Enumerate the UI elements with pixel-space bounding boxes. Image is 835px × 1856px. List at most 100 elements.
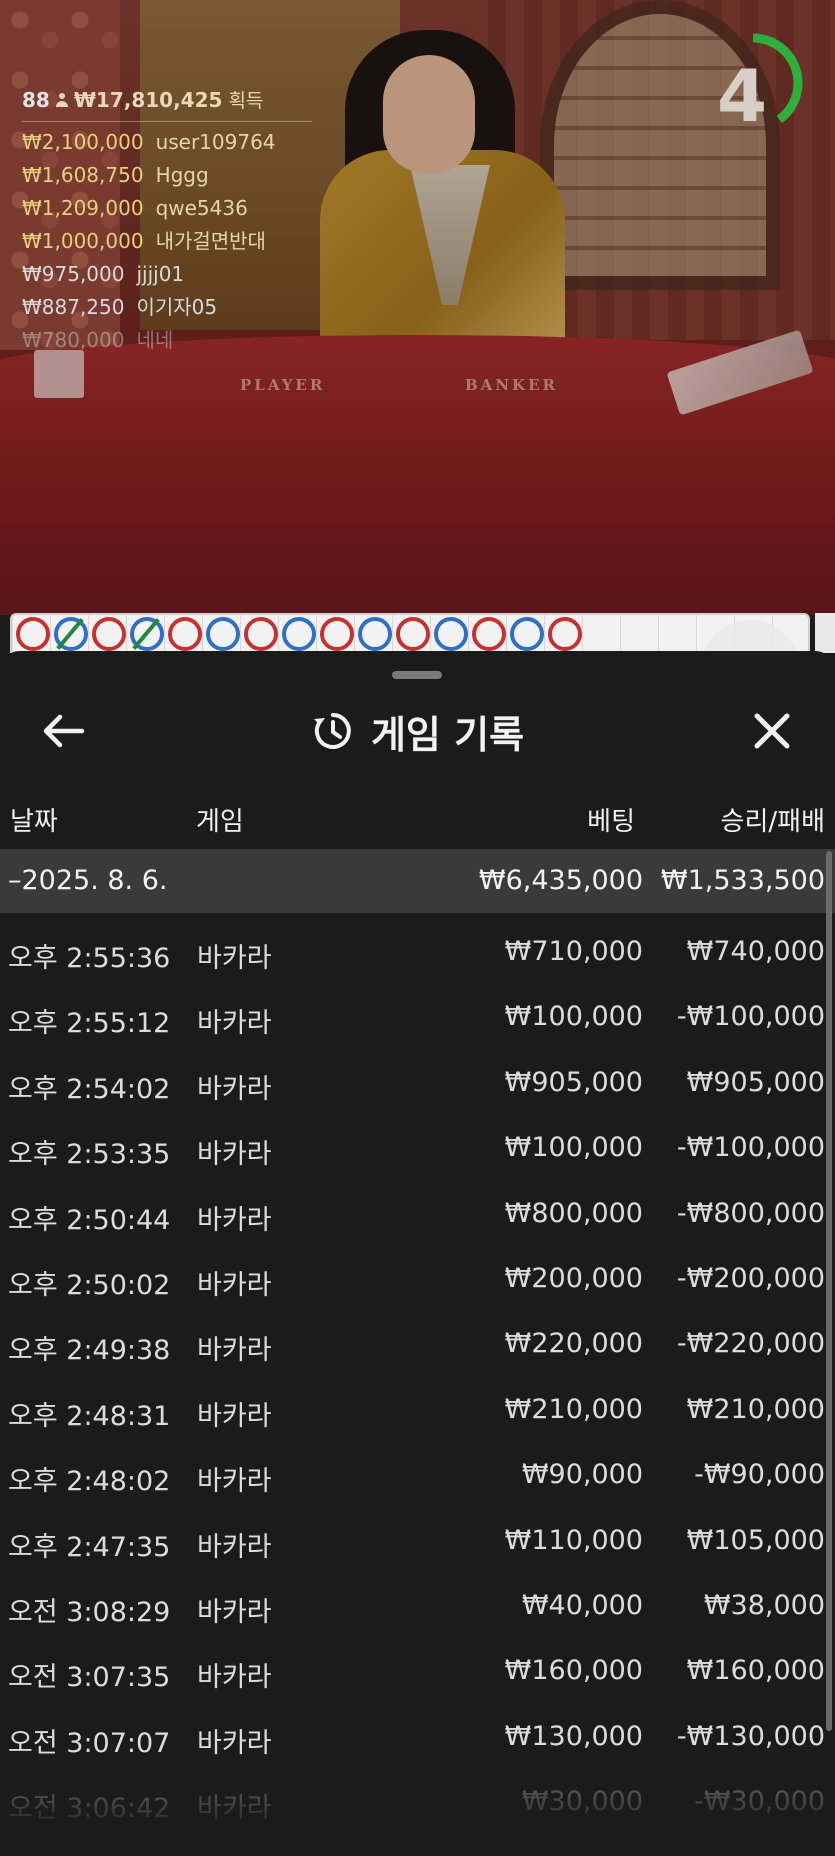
row-win-loss: -₩90,000 xyxy=(694,1459,825,1491)
row-time: 오전 3:07:07 xyxy=(8,1727,171,1759)
row-game: 바카라 xyxy=(197,1008,272,1040)
row-win-loss: ₩160,000 xyxy=(686,1655,825,1687)
row-bet: ₩220,000 xyxy=(504,1328,643,1360)
row-bet: ₩200,000 xyxy=(504,1262,643,1294)
history-row[interactable]: 오전 3:07:07 바카라 ₩130,000 -₩130,000 xyxy=(0,1706,835,1771)
winners-summary: 88 ₩17,810,425 획득 xyxy=(22,86,312,122)
history-icon xyxy=(313,713,351,749)
live-video: PLAYER BANKER 88 ₩17,810,425 획득 ₩2,100,0… xyxy=(0,0,835,615)
row-time: 오후 2:47:35 xyxy=(8,1531,171,1563)
row-game: 바카라 xyxy=(197,1400,272,1432)
arrow-left-icon[interactable] xyxy=(38,709,88,753)
row-bet: ₩210,000 xyxy=(504,1393,643,1425)
road-player-circle xyxy=(434,617,468,651)
history-row[interactable]: 오후 2:53:35 바카라 ₩100,000 -₩100,000 xyxy=(0,1117,835,1182)
row-game: 바카라 xyxy=(197,1073,272,1105)
row-win-loss: -₩100,000 xyxy=(676,1132,825,1164)
road-banker-circle xyxy=(16,617,50,651)
players-count: 88 xyxy=(22,87,50,112)
winner-username: Hggg xyxy=(155,163,209,187)
road-banker-circle xyxy=(396,617,430,651)
sheet-title: 게임 기록 xyxy=(370,712,525,757)
total-won: ₩17,810,425 xyxy=(73,87,223,112)
row-game: 바카라 xyxy=(197,1662,272,1694)
history-row[interactable]: 오후 2:54:02 바카라 ₩905,000 ₩905,000 xyxy=(0,1052,835,1117)
column-date: 날짜 xyxy=(10,807,58,837)
row-game: 바카라 xyxy=(197,1335,272,1367)
row-win-loss: -₩130,000 xyxy=(676,1720,825,1752)
row-game: 바카라 xyxy=(197,1269,272,1301)
winner-amount: ₩975,000 xyxy=(22,262,125,286)
road-player-circle xyxy=(130,617,164,651)
group-date: –2025. 8. 6. xyxy=(8,865,168,896)
row-win-loss: ₩210,000 xyxy=(686,1393,825,1425)
game-history-sheet: 게임 기록 날짜 게임 베팅 승리/패배 –2025. 8. 6. ₩6,435… xyxy=(0,651,835,1856)
road-banker-circle xyxy=(92,617,126,651)
row-game: 바카라 xyxy=(197,1204,272,1236)
row-bet: ₩90,000 xyxy=(521,1459,643,1491)
road-results xyxy=(16,617,582,651)
history-row[interactable]: 오후 2:50:44 바카라 ₩800,000 -₩800,000 xyxy=(0,1183,835,1248)
history-row[interactable]: 오후 2:49:38 바카라 ₩220,000 -₩220,000 xyxy=(0,1313,835,1378)
winner-username: qwe5436 xyxy=(155,196,248,220)
row-win-loss: -₩100,000 xyxy=(676,1001,825,1033)
road-player-circle xyxy=(282,617,316,651)
winner-row: ₩975,000 jjjj01 xyxy=(22,258,312,291)
history-row[interactable]: 오전 3:07:35 바카라 ₩160,000 ₩160,000 xyxy=(0,1640,835,1705)
road-banker-circle xyxy=(320,617,354,651)
row-time: 오후 2:54:02 xyxy=(8,1073,171,1105)
winner-row: ₩887,250 이기자05 xyxy=(22,291,312,324)
road-player-circle xyxy=(510,617,544,651)
history-row[interactable]: 오전 3:08:29 바카라 ₩40,000 ₩38,000 xyxy=(0,1575,835,1640)
close-icon[interactable] xyxy=(748,707,796,755)
row-time: 오후 2:53:35 xyxy=(8,1139,171,1171)
row-time: 오후 2:55:12 xyxy=(8,1008,171,1040)
history-row[interactable]: 오후 2:48:31 바카라 ₩210,000 ₩210,000 xyxy=(0,1379,835,1444)
row-bet: ₩905,000 xyxy=(504,1066,643,1098)
row-time: 오후 2:50:02 xyxy=(8,1269,171,1301)
sheet-header: 게임 기록 xyxy=(0,691,835,771)
winner-row: ₩1,000,000 내가걸면반대 xyxy=(22,225,312,258)
road-banker-circle xyxy=(548,617,582,651)
winner-username: jjjj01 xyxy=(136,262,185,286)
row-time: 오후 2:48:31 xyxy=(8,1400,171,1432)
row-bet: ₩110,000 xyxy=(504,1524,643,1556)
top-winners-list: 88 ₩17,810,425 획득 ₩2,100,000 user109764 ₩1… xyxy=(22,86,312,357)
scrollbar[interactable] xyxy=(826,851,832,1731)
row-time: 오후 2:49:38 xyxy=(8,1335,171,1367)
row-game: 바카라 xyxy=(197,1596,272,1628)
winner-username: user109764 xyxy=(155,130,276,154)
row-win-loss: ₩105,000 xyxy=(686,1524,825,1556)
winner-row: ₩1,608,750 Hggg xyxy=(22,159,312,192)
history-row[interactable]: 오후 2:55:12 바카라 ₩100,000 -₩100,000 xyxy=(0,986,835,1051)
column-game: 게임 xyxy=(196,807,244,837)
row-bet: ₩100,000 xyxy=(504,1132,643,1164)
row-game: 바카라 xyxy=(197,943,272,974)
history-row[interactable]: 오후 2:55:36 바카라 ₩710,000 ₩740,000 xyxy=(0,921,835,986)
winner-amount: ₩1,000,000 xyxy=(22,229,144,253)
drag-handle[interactable] xyxy=(392,671,442,679)
winner-username: 내가걸면반대 xyxy=(155,229,266,253)
road-player-circle xyxy=(54,617,88,651)
row-bet: ₩130,000 xyxy=(504,1720,643,1752)
row-bet: ₩40,000 xyxy=(521,1589,643,1621)
date-group-row[interactable]: –2025. 8. 6. ₩6,435,000 ₩1,533,500 xyxy=(0,849,835,913)
road-banker-circle xyxy=(168,617,202,651)
row-game: 바카라 xyxy=(197,1531,272,1563)
table-header: 날짜 게임 베팅 승리/패배 xyxy=(0,801,835,841)
winner-row: ₩780,000 네네 xyxy=(22,324,312,357)
row-game: 바카라 xyxy=(197,1139,272,1171)
winner-amount: ₩2,100,000 xyxy=(22,130,144,154)
winner-row: ₩2,100,000 user109764 xyxy=(22,126,312,159)
road-banker-circle xyxy=(244,617,278,651)
row-win-loss: ₩905,000 xyxy=(686,1066,825,1098)
row-time: 오후 2:48:02 xyxy=(8,1466,171,1498)
winner-amount: ₩1,209,000 xyxy=(22,196,144,220)
winner-row: ₩1,209,000 qwe5436 xyxy=(22,192,312,225)
bead-road[interactable] xyxy=(10,613,810,653)
history-row[interactable]: 오후 2:50:02 바카라 ₩200,000 -₩200,000 xyxy=(0,1248,835,1313)
row-time: 오후 2:55:36 xyxy=(8,943,171,974)
history-row[interactable]: 오후 2:47:35 바카라 ₩110,000 ₩105,000 xyxy=(0,1510,835,1575)
history-row[interactable]: 오후 2:48:02 바카라 ₩90,000 -₩90,000 xyxy=(0,1444,835,1509)
row-bet: ₩100,000 xyxy=(504,1001,643,1033)
